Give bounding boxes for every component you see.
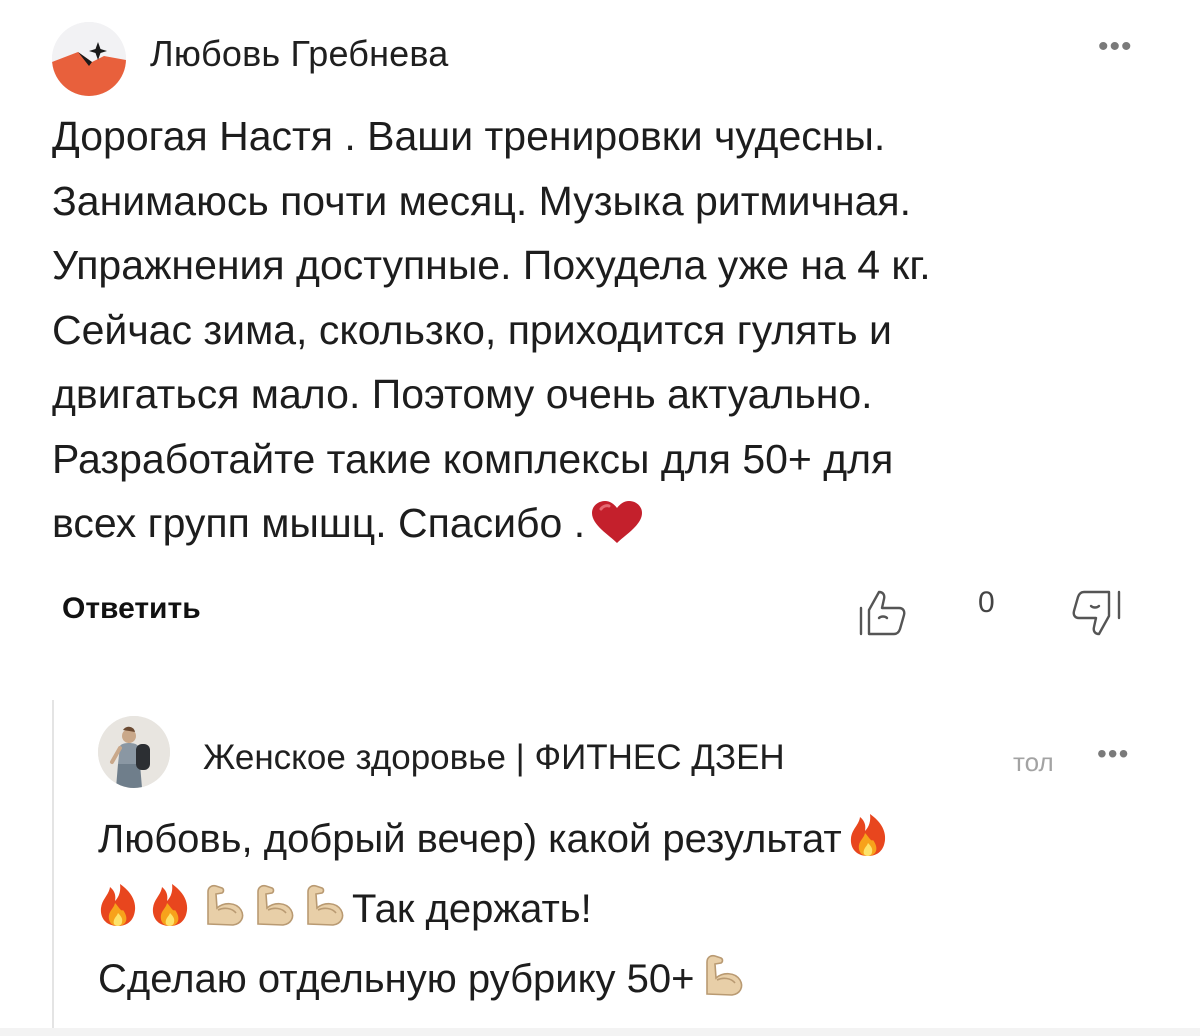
comment-line: двигаться мало. Поэтому очень актуально. <box>52 371 873 417</box>
fire-icon <box>150 882 190 947</box>
reply-author[interactable]: Женское здоровье | ФИТНЕС ДЗЕН <box>203 738 785 778</box>
avatar[interactable] <box>52 22 126 96</box>
like-count: 0 <box>978 586 995 619</box>
flexed-biceps-icon <box>202 882 246 947</box>
comment-line: Разработайте такие комплексы для 50+ для <box>52 435 894 482</box>
more-options-icon[interactable]: ••• <box>1097 738 1129 770</box>
heart-icon <box>589 499 645 564</box>
reply-button[interactable]: Ответить <box>62 592 201 626</box>
comment-line: Упражнения доступные. Похудела уже на 4 … <box>52 242 931 288</box>
bottom-divider <box>0 1028 1200 1036</box>
thumbs-down-icon[interactable] <box>1069 588 1125 643</box>
reply-line: Сделаю отдельную рубрику 50+ <box>98 947 1158 1017</box>
comment-line: Занимаюсь почти месяц. Музыка ритмичная. <box>52 177 911 224</box>
reply-line-text: Так держать! <box>352 887 592 931</box>
avatar[interactable] <box>98 716 170 788</box>
fire-icon <box>98 882 138 947</box>
reply-line-text: Любовь, добрый вечер) какой результат <box>98 817 842 861</box>
comment-line: Дорогая Настя . Ваши тренировки чудесны. <box>52 113 886 159</box>
comment-line-last: всех групп мышц. Спасибо . <box>52 491 1162 564</box>
avatar-photo-icon <box>98 716 170 788</box>
reply-line: Любовь, добрый вечер) какой результат <box>98 807 1158 877</box>
reply-timestamp: тол <box>1013 747 1054 777</box>
flexed-biceps-icon <box>701 952 745 1017</box>
reply-line-text: Сделаю отдельную рубрику 50+ <box>98 957 695 1001</box>
comment-line: Сейчас зима, скользко, приходится гулять… <box>52 306 892 353</box>
reply-thread-line <box>52 700 54 1030</box>
reply-text: Любовь, добрый вечер) какой результат Та… <box>98 807 1158 1017</box>
comment-text: Дорогая Настя . Ваши тренировки чудесны.… <box>52 104 1162 564</box>
flexed-biceps-icon <box>302 882 346 947</box>
thumbs-up-icon[interactable] <box>857 588 909 643</box>
flexed-biceps-icon <box>252 882 296 947</box>
comment-author[interactable]: Любовь Гребнева <box>150 33 449 75</box>
more-options-icon[interactable]: ••• <box>1098 30 1133 64</box>
reply-line: Так держать! <box>98 877 1158 947</box>
comment-line: всех групп мышц. Спасибо . <box>52 500 586 546</box>
fire-icon <box>848 812 888 877</box>
avatar-logo-icon <box>52 22 126 96</box>
